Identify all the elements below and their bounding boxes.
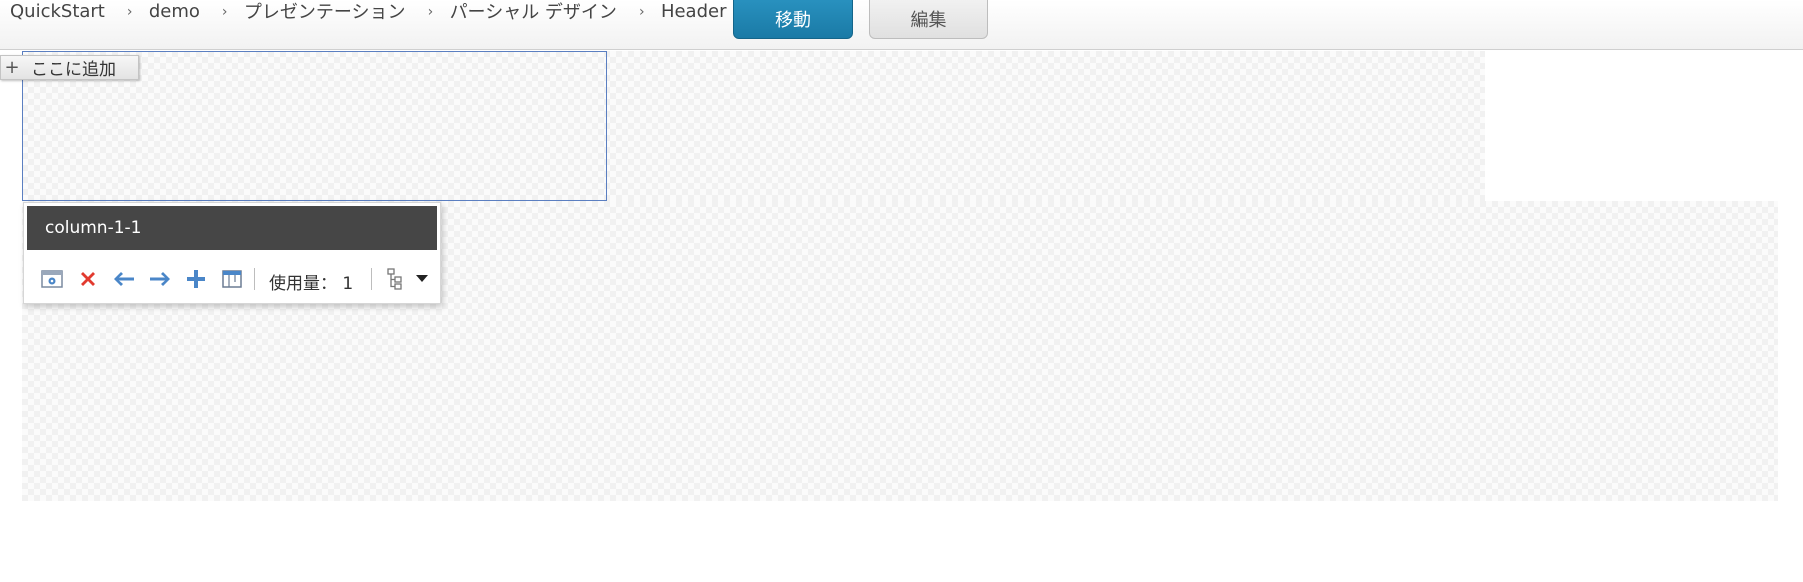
move-right-button[interactable] [142,264,178,294]
column-panel: column-1-1 使用量： 1 [23,202,441,304]
usage-label: 使用量： [269,273,337,294]
tree-button[interactable] [380,264,410,294]
chevron-right-icon: › [221,4,228,20]
toolbar-divider [371,268,373,290]
arrow-left-icon [114,272,134,286]
breadcrumb-item-presentation[interactable]: プレゼンテーション [244,0,406,24]
panel-title: column-1-1 [27,206,437,250]
chevron-right-icon: › [638,4,645,20]
breadcrumb: QuickStart › demo › プレゼンテーション › パーシャル デザ… [10,0,727,24]
usage-text: 使用量： 1 [263,269,367,294]
delete-button[interactable] [70,264,106,294]
settings-button[interactable] [34,264,70,294]
add-here-label: ここに追加 [31,60,116,80]
edit-button[interactable]: 編集 [869,0,988,39]
delete-icon [81,272,95,286]
breadcrumb-item-quickstart[interactable]: QuickStart [10,1,105,22]
layout-button[interactable] [214,264,250,294]
settings-icon [41,270,63,288]
chevron-right-icon: › [427,4,434,20]
breadcrumb-item-partial-design[interactable]: パーシャル デザイン [450,0,617,24]
usage-value: 1 [342,273,354,294]
panel-toolbar: 使用量： 1 [34,263,434,295]
breadcrumb-item-header[interactable]: Header [661,1,727,22]
more-dropdown-button[interactable] [410,264,434,294]
breadcrumb-item-demo[interactable]: demo [149,1,200,22]
tree-icon [387,268,402,290]
toolbar-divider [254,268,255,290]
top-bar: QuickStart › demo › プレゼンテーション › パーシャル デザ… [0,0,1803,50]
caret-down-icon [416,275,429,282]
plus-icon: + [4,57,20,78]
move-left-button[interactable] [106,264,142,294]
move-button[interactable]: 移動 [733,0,853,39]
add-here-button[interactable]: + ここに追加 [0,55,139,80]
add-icon [187,270,205,288]
chevron-right-icon: › [126,4,133,20]
add-column-button[interactable] [178,264,214,294]
layout-icon [222,270,242,288]
arrow-right-icon [150,272,170,286]
